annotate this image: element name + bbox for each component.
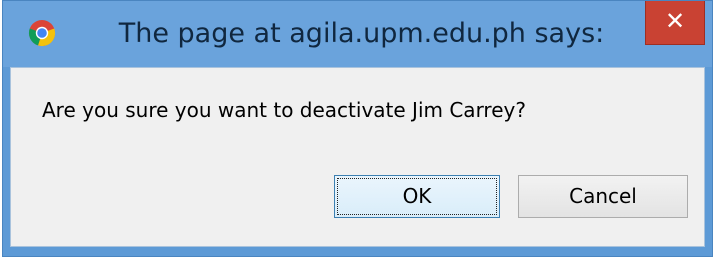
ok-button[interactable]: OK bbox=[334, 175, 500, 218]
dialog-message: Are you sure you want to deactivate Jim … bbox=[42, 98, 526, 122]
ok-button-label: OK bbox=[402, 184, 432, 208]
close-button[interactable]: ✕ bbox=[645, 1, 705, 45]
cancel-button[interactable]: Cancel bbox=[518, 175, 688, 218]
title-bar[interactable]: The page at agila.upm.edu.ph says: ✕ bbox=[3, 1, 712, 67]
close-icon: ✕ bbox=[664, 7, 686, 35]
dialog-body: Are you sure you want to deactivate Jim … bbox=[10, 67, 705, 247]
cancel-button-label: Cancel bbox=[569, 184, 637, 208]
dialog-title: The page at agila.upm.edu.ph says: bbox=[118, 18, 605, 49]
confirm-dialog: The page at agila.upm.edu.ph says: ✕ Are… bbox=[2, 0, 713, 257]
